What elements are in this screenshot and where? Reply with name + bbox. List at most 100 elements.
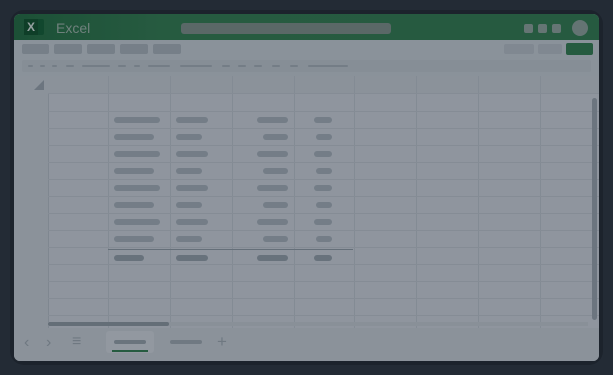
excel-window: X Excel ‹ › ≡ +: [14, 14, 599, 361]
table-cell[interactable]: [257, 151, 288, 157]
column-divider: [478, 76, 479, 328]
tool-item[interactable]: [82, 65, 110, 67]
row-divider: [48, 230, 599, 231]
row-divider: [48, 93, 599, 94]
ribbon-action[interactable]: [504, 44, 534, 54]
maximize-icon[interactable]: [538, 24, 547, 33]
vertical-scrollbar[interactable]: [592, 98, 597, 320]
total-cell[interactable]: [257, 255, 288, 261]
table-cell[interactable]: [114, 219, 160, 225]
table-cell[interactable]: [316, 168, 332, 174]
avatar[interactable]: [572, 20, 588, 36]
table-cell[interactable]: [257, 185, 288, 191]
row-divider: [48, 298, 599, 299]
tool-item[interactable]: [66, 65, 74, 67]
row-divider: [48, 196, 599, 197]
chevron-left-icon[interactable]: ‹: [24, 334, 29, 352]
chevron-right-icon[interactable]: ›: [46, 334, 51, 352]
table-cell[interactable]: [314, 185, 332, 191]
close-icon[interactable]: [552, 24, 561, 33]
tool-item[interactable]: [40, 65, 45, 67]
table-cell[interactable]: [314, 117, 332, 123]
ribbon-tab[interactable]: [87, 44, 115, 54]
ribbon-tab[interactable]: [153, 44, 181, 54]
row-divider: [48, 281, 599, 282]
column-divider: [416, 76, 417, 328]
tool-item[interactable]: [254, 65, 262, 67]
table-cell[interactable]: [176, 134, 202, 140]
plus-icon[interactable]: +: [217, 332, 227, 352]
table-cell[interactable]: [114, 168, 154, 174]
row-divider: [48, 111, 599, 112]
table-cell[interactable]: [176, 117, 208, 123]
tool-item[interactable]: [118, 65, 126, 67]
select-all-button[interactable]: [14, 76, 49, 94]
ribbon-tab[interactable]: [22, 44, 49, 54]
tool-item[interactable]: [148, 65, 170, 67]
table-cell[interactable]: [176, 185, 208, 191]
total-cell[interactable]: [314, 255, 332, 261]
table-cell[interactable]: [316, 134, 332, 140]
hamburger-icon[interactable]: ≡: [72, 333, 81, 351]
table-cell[interactable]: [114, 134, 154, 140]
table-cell[interactable]: [263, 202, 288, 208]
share-button[interactable]: [566, 43, 593, 55]
total-cell[interactable]: [176, 255, 208, 261]
excel-logo-letter: X: [24, 19, 38, 35]
table-cell[interactable]: [176, 236, 202, 242]
column-divider: [232, 76, 233, 328]
select-all-triangle-icon: [34, 80, 44, 90]
table-cell[interactable]: [314, 219, 332, 225]
row-headers[interactable]: [14, 93, 49, 328]
tool-item[interactable]: [222, 65, 230, 67]
totals-separator: [108, 249, 353, 250]
table-cell[interactable]: [257, 117, 288, 123]
column-headers[interactable]: [48, 76, 599, 94]
row-divider: [48, 264, 599, 265]
table-cell[interactable]: [263, 236, 288, 242]
table-cell[interactable]: [176, 168, 202, 174]
excel-logo-icon: X: [24, 19, 44, 35]
table-cell[interactable]: [176, 202, 202, 208]
search-input[interactable]: [181, 23, 391, 34]
sheet-tab-active[interactable]: [106, 331, 154, 353]
table-cell[interactable]: [114, 236, 154, 242]
table-cell[interactable]: [316, 236, 332, 242]
table-cell[interactable]: [263, 168, 288, 174]
table-cell[interactable]: [114, 117, 160, 123]
tool-item[interactable]: [238, 65, 246, 67]
table-cell[interactable]: [314, 151, 332, 157]
tool-item[interactable]: [28, 65, 33, 67]
minimize-icon[interactable]: [524, 24, 533, 33]
table-cell[interactable]: [176, 151, 208, 157]
ribbon-action[interactable]: [538, 44, 562, 54]
tool-item[interactable]: [272, 65, 280, 67]
ribbon-tab[interactable]: [120, 44, 148, 54]
tool-item[interactable]: [308, 65, 348, 67]
tool-item[interactable]: [180, 65, 212, 67]
horizontal-scrollbar[interactable]: [48, 322, 169, 326]
row-divider: [48, 247, 599, 248]
table-cell[interactable]: [114, 151, 160, 157]
tool-item[interactable]: [52, 65, 57, 67]
total-cell[interactable]: [114, 255, 144, 261]
sheet-tabs-bar: ‹ › ≡ +: [14, 328, 599, 361]
table-cell[interactable]: [114, 185, 160, 191]
ribbon-tab[interactable]: [54, 44, 82, 54]
ribbon: [14, 40, 599, 77]
table-cell[interactable]: [263, 134, 288, 140]
sheet-tab[interactable]: [170, 340, 202, 344]
row-divider: [48, 179, 599, 180]
tool-item[interactable]: [290, 65, 298, 67]
row-divider: [48, 145, 599, 146]
spreadsheet-grid[interactable]: [14, 76, 599, 328]
active-sheet-indicator: [112, 350, 148, 352]
column-divider: [354, 76, 355, 328]
table-cell[interactable]: [114, 202, 154, 208]
table-cell[interactable]: [257, 219, 288, 225]
row-divider: [48, 213, 599, 214]
table-cell[interactable]: [316, 202, 332, 208]
table-cell[interactable]: [176, 219, 208, 225]
tool-item[interactable]: [134, 65, 140, 67]
title-bar: X Excel: [14, 14, 599, 40]
